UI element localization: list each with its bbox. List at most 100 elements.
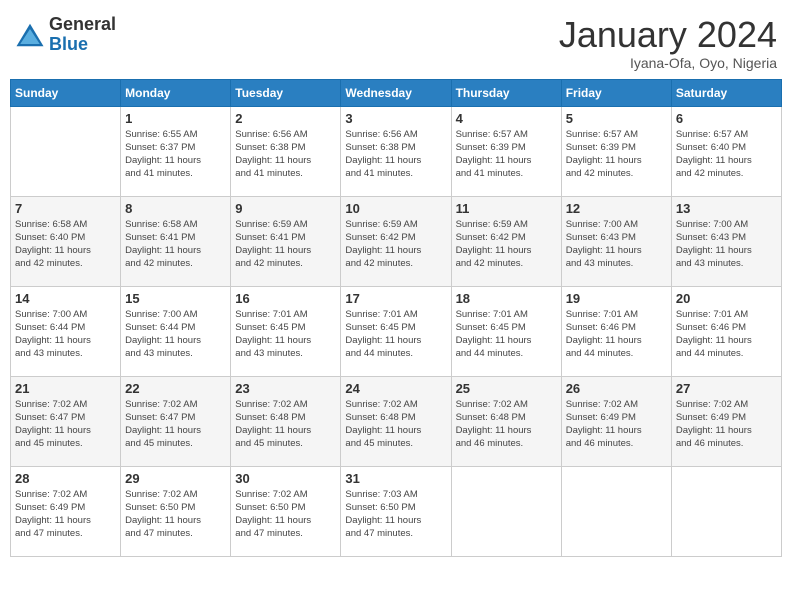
day-number: 11	[456, 201, 557, 216]
calendar-cell: 31 Sunrise: 7:03 AMSunset: 6:50 PMDaylig…	[341, 466, 451, 556]
day-info: Sunrise: 6:58 AMSunset: 6:41 PMDaylight:…	[125, 219, 201, 270]
day-info: Sunrise: 7:00 AMSunset: 6:44 PMDaylight:…	[15, 309, 91, 360]
calendar-cell: 29 Sunrise: 7:02 AMSunset: 6:50 PMDaylig…	[121, 466, 231, 556]
day-number: 29	[125, 471, 226, 486]
day-info: Sunrise: 7:01 AMSunset: 6:46 PMDaylight:…	[566, 309, 642, 360]
day-number: 30	[235, 471, 336, 486]
day-number: 4	[456, 111, 557, 126]
day-number: 23	[235, 381, 336, 396]
day-number: 8	[125, 201, 226, 216]
calendar-cell: 14 Sunrise: 7:00 AMSunset: 6:44 PMDaylig…	[11, 286, 121, 376]
day-info: Sunrise: 7:01 AMSunset: 6:45 PMDaylight:…	[456, 309, 532, 360]
weekday-header-saturday: Saturday	[671, 79, 781, 106]
day-info: Sunrise: 7:03 AMSunset: 6:50 PMDaylight:…	[345, 489, 421, 540]
day-number: 20	[676, 291, 777, 306]
calendar-week-row: 1 Sunrise: 6:55 AMSunset: 6:37 PMDayligh…	[11, 106, 782, 196]
day-info: Sunrise: 7:02 AMSunset: 6:48 PMDaylight:…	[235, 399, 311, 450]
calendar-cell: 24 Sunrise: 7:02 AMSunset: 6:48 PMDaylig…	[341, 376, 451, 466]
calendar-cell: 2 Sunrise: 6:56 AMSunset: 6:38 PMDayligh…	[231, 106, 341, 196]
month-year: January 2024	[559, 15, 777, 55]
calendar-week-row: 21 Sunrise: 7:02 AMSunset: 6:47 PMDaylig…	[11, 376, 782, 466]
day-number: 2	[235, 111, 336, 126]
day-info: Sunrise: 6:57 AMSunset: 6:39 PMDaylight:…	[456, 129, 532, 180]
day-number: 6	[676, 111, 777, 126]
day-info: Sunrise: 6:59 AMSunset: 6:42 PMDaylight:…	[345, 219, 421, 270]
day-number: 21	[15, 381, 116, 396]
day-info: Sunrise: 6:58 AMSunset: 6:40 PMDaylight:…	[15, 219, 91, 270]
day-info: Sunrise: 7:02 AMSunset: 6:50 PMDaylight:…	[125, 489, 201, 540]
day-info: Sunrise: 7:02 AMSunset: 6:49 PMDaylight:…	[676, 399, 752, 450]
day-info: Sunrise: 6:57 AMSunset: 6:39 PMDaylight:…	[566, 129, 642, 180]
day-number: 27	[676, 381, 777, 396]
calendar-cell: 4 Sunrise: 6:57 AMSunset: 6:39 PMDayligh…	[451, 106, 561, 196]
calendar-cell: 9 Sunrise: 6:59 AMSunset: 6:41 PMDayligh…	[231, 196, 341, 286]
day-number: 24	[345, 381, 446, 396]
calendar-cell: 8 Sunrise: 6:58 AMSunset: 6:41 PMDayligh…	[121, 196, 231, 286]
day-number: 16	[235, 291, 336, 306]
day-info: Sunrise: 6:59 AMSunset: 6:41 PMDaylight:…	[235, 219, 311, 270]
day-number: 1	[125, 111, 226, 126]
calendar-cell	[11, 106, 121, 196]
day-number: 18	[456, 291, 557, 306]
day-number: 17	[345, 291, 446, 306]
calendar-cell: 27 Sunrise: 7:02 AMSunset: 6:49 PMDaylig…	[671, 376, 781, 466]
day-info: Sunrise: 6:55 AMSunset: 6:37 PMDaylight:…	[125, 129, 201, 180]
day-info: Sunrise: 7:00 AMSunset: 6:44 PMDaylight:…	[125, 309, 201, 360]
day-info: Sunrise: 7:00 AMSunset: 6:43 PMDaylight:…	[566, 219, 642, 270]
day-info: Sunrise: 7:00 AMSunset: 6:43 PMDaylight:…	[676, 219, 752, 270]
day-info: Sunrise: 7:01 AMSunset: 6:45 PMDaylight:…	[345, 309, 421, 360]
calendar-cell: 10 Sunrise: 6:59 AMSunset: 6:42 PMDaylig…	[341, 196, 451, 286]
location: Iyana-Ofa, Oyo, Nigeria	[559, 55, 777, 71]
weekday-header-friday: Friday	[561, 79, 671, 106]
day-number: 5	[566, 111, 667, 126]
calendar-week-row: 28 Sunrise: 7:02 AMSunset: 6:49 PMDaylig…	[11, 466, 782, 556]
day-info: Sunrise: 7:01 AMSunset: 6:46 PMDaylight:…	[676, 309, 752, 360]
weekday-header-monday: Monday	[121, 79, 231, 106]
day-info: Sunrise: 7:02 AMSunset: 6:47 PMDaylight:…	[125, 399, 201, 450]
calendar-cell: 19 Sunrise: 7:01 AMSunset: 6:46 PMDaylig…	[561, 286, 671, 376]
calendar-cell: 22 Sunrise: 7:02 AMSunset: 6:47 PMDaylig…	[121, 376, 231, 466]
calendar-cell: 3 Sunrise: 6:56 AMSunset: 6:38 PMDayligh…	[341, 106, 451, 196]
calendar-cell: 5 Sunrise: 6:57 AMSunset: 6:39 PMDayligh…	[561, 106, 671, 196]
calendar-cell	[561, 466, 671, 556]
day-number: 31	[345, 471, 446, 486]
calendar-cell: 6 Sunrise: 6:57 AMSunset: 6:40 PMDayligh…	[671, 106, 781, 196]
day-info: Sunrise: 7:02 AMSunset: 6:49 PMDaylight:…	[566, 399, 642, 450]
day-info: Sunrise: 7:02 AMSunset: 6:48 PMDaylight:…	[345, 399, 421, 450]
day-info: Sunrise: 6:56 AMSunset: 6:38 PMDaylight:…	[235, 129, 311, 180]
calendar-cell: 26 Sunrise: 7:02 AMSunset: 6:49 PMDaylig…	[561, 376, 671, 466]
calendar-cell: 21 Sunrise: 7:02 AMSunset: 6:47 PMDaylig…	[11, 376, 121, 466]
day-number: 12	[566, 201, 667, 216]
day-number: 25	[456, 381, 557, 396]
day-info: Sunrise: 7:02 AMSunset: 6:50 PMDaylight:…	[235, 489, 311, 540]
day-info: Sunrise: 7:02 AMSunset: 6:47 PMDaylight:…	[15, 399, 91, 450]
day-number: 26	[566, 381, 667, 396]
day-info: Sunrise: 7:01 AMSunset: 6:45 PMDaylight:…	[235, 309, 311, 360]
day-number: 28	[15, 471, 116, 486]
day-number: 13	[676, 201, 777, 216]
calendar-cell: 18 Sunrise: 7:01 AMSunset: 6:45 PMDaylig…	[451, 286, 561, 376]
logo-icon	[15, 20, 45, 50]
day-info: Sunrise: 6:59 AMSunset: 6:42 PMDaylight:…	[456, 219, 532, 270]
page-header: General Blue January 2024 Iyana-Ofa, Oyo…	[10, 10, 782, 71]
day-info: Sunrise: 7:02 AMSunset: 6:49 PMDaylight:…	[15, 489, 91, 540]
calendar-cell: 7 Sunrise: 6:58 AMSunset: 6:40 PMDayligh…	[11, 196, 121, 286]
calendar-cell: 11 Sunrise: 6:59 AMSunset: 6:42 PMDaylig…	[451, 196, 561, 286]
day-number: 7	[15, 201, 116, 216]
calendar-cell	[671, 466, 781, 556]
calendar-cell: 20 Sunrise: 7:01 AMSunset: 6:46 PMDaylig…	[671, 286, 781, 376]
calendar-cell: 30 Sunrise: 7:02 AMSunset: 6:50 PMDaylig…	[231, 466, 341, 556]
weekday-header-thursday: Thursday	[451, 79, 561, 106]
calendar-cell: 1 Sunrise: 6:55 AMSunset: 6:37 PMDayligh…	[121, 106, 231, 196]
day-number: 10	[345, 201, 446, 216]
calendar-cell: 23 Sunrise: 7:02 AMSunset: 6:48 PMDaylig…	[231, 376, 341, 466]
title-block: January 2024 Iyana-Ofa, Oyo, Nigeria	[559, 15, 777, 71]
day-number: 14	[15, 291, 116, 306]
day-number: 3	[345, 111, 446, 126]
day-info: Sunrise: 6:57 AMSunset: 6:40 PMDaylight:…	[676, 129, 752, 180]
weekday-header-tuesday: Tuesday	[231, 79, 341, 106]
logo-text: General Blue	[49, 15, 116, 55]
day-number: 19	[566, 291, 667, 306]
calendar-table: SundayMondayTuesdayWednesdayThursdayFrid…	[10, 79, 782, 557]
weekday-header-sunday: Sunday	[11, 79, 121, 106]
